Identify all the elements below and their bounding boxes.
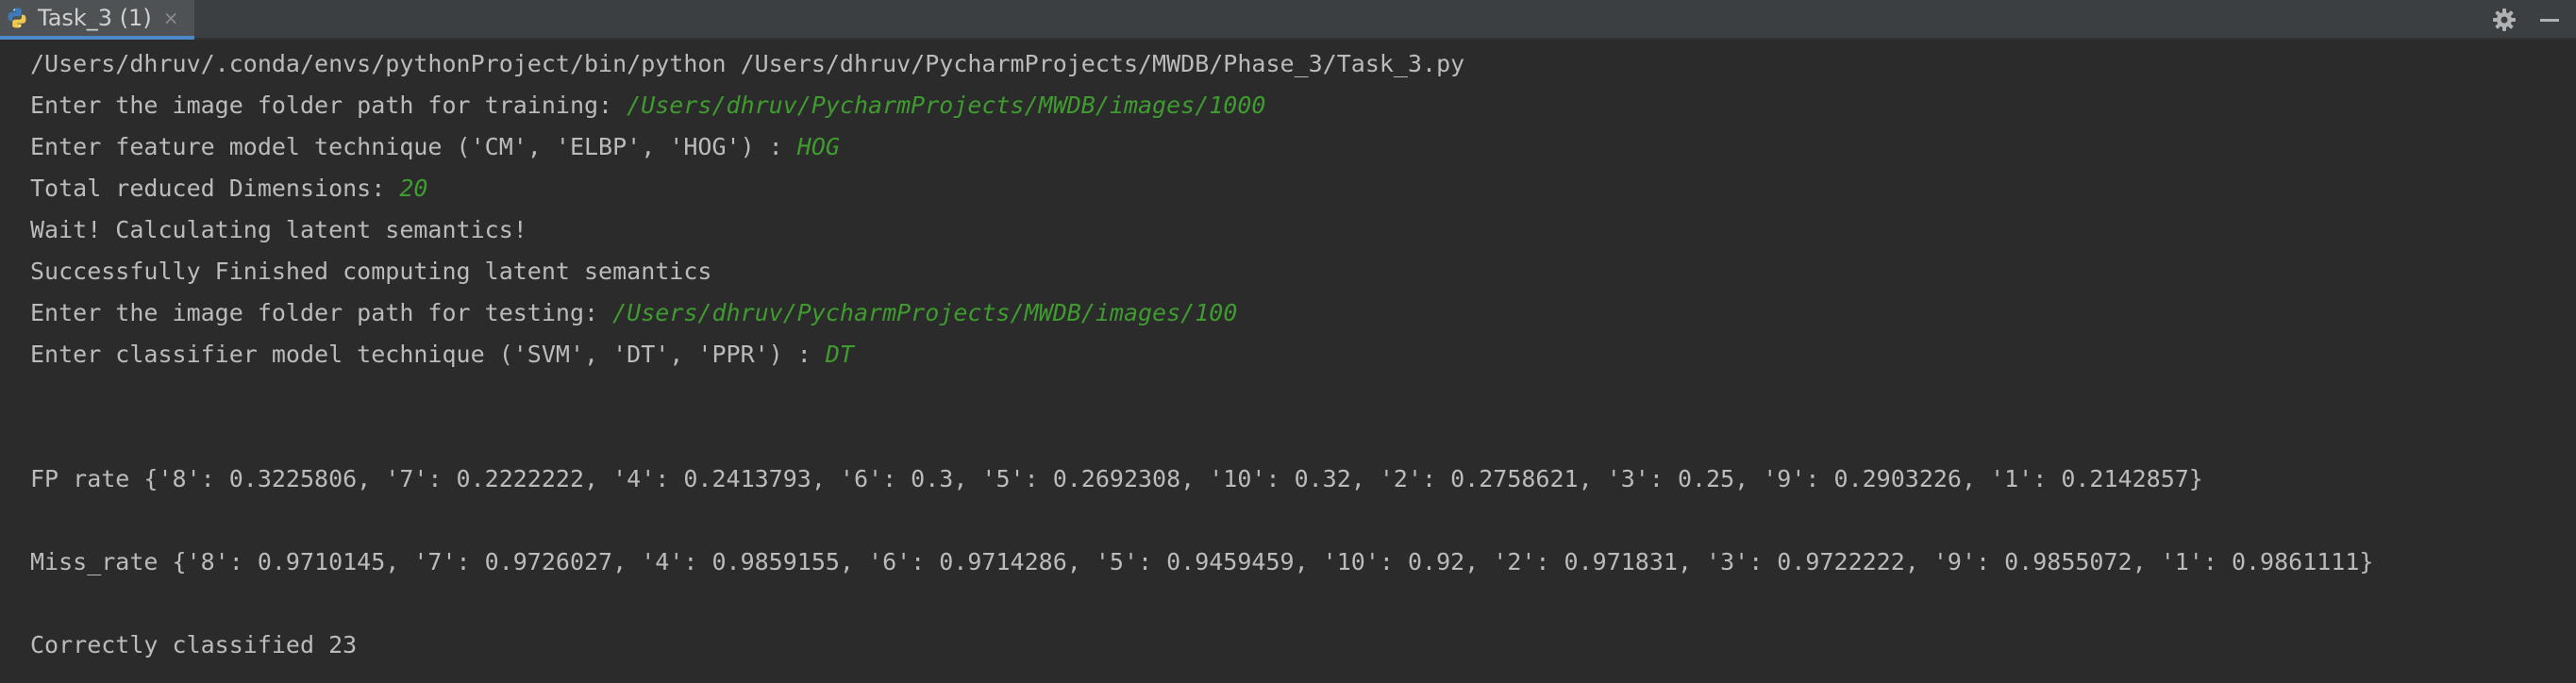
testing-path-input: /Users/dhruv/PycharmProjects/MWDB/images… xyxy=(612,299,1238,326)
command-line: /Users/dhruv/.conda/envs/pythonProject/b… xyxy=(30,50,1465,77)
console-output[interactable]: /Users/dhruv/.conda/envs/pythonProject/b… xyxy=(0,40,2576,683)
feature-model-line: Enter feature model technique ('CM', 'EL… xyxy=(30,132,840,162)
feature-model-prompt: Enter feature model technique ('CM', 'EL… xyxy=(30,133,797,160)
close-icon[interactable]: × xyxy=(163,8,179,27)
training-path-prompt: Enter the image folder path for training… xyxy=(30,92,627,119)
run-tool-window-header: Task_3 (1) × xyxy=(0,0,2576,40)
correctly-classified-line: Correctly classified 23 xyxy=(30,631,358,658)
dimensions-line: Total reduced Dimensions: 20 xyxy=(30,174,427,204)
training-path-input: /Users/dhruv/PycharmProjects/MWDB/images… xyxy=(627,92,1266,119)
wait-message: Wait! Calculating latent semantics! xyxy=(30,216,527,243)
fp-rate-line: FP rate {'8': 0.3225806, '7': 0.2222222,… xyxy=(30,465,2203,492)
classifier-prompt: Enter classifier model technique ('SVM',… xyxy=(30,341,826,368)
classifier-input: DT xyxy=(825,341,854,368)
testing-path-prompt: Enter the image folder path for testing: xyxy=(30,299,613,326)
feature-model-input: HOG xyxy=(796,133,840,160)
tab-task-3[interactable]: Task_3 (1) × xyxy=(0,0,194,40)
python-icon xyxy=(6,7,28,29)
miss-rate-line: Miss_rate {'8': 0.9710145, '7': 0.972602… xyxy=(30,548,2374,575)
dimensions-prompt: Total reduced Dimensions: xyxy=(30,175,400,202)
minimize-icon[interactable] xyxy=(2536,7,2563,33)
tab-title: Task_3 (1) xyxy=(38,5,152,31)
finished-message: Successfully Finished computing latent s… xyxy=(30,258,712,285)
gear-icon[interactable] xyxy=(2491,7,2517,33)
classifier-line: Enter classifier model technique ('SVM',… xyxy=(30,340,854,370)
dimensions-input: 20 xyxy=(399,175,428,202)
training-path-line: Enter the image folder path for training… xyxy=(30,91,1265,121)
testing-path-line: Enter the image folder path for testing:… xyxy=(30,298,1237,328)
